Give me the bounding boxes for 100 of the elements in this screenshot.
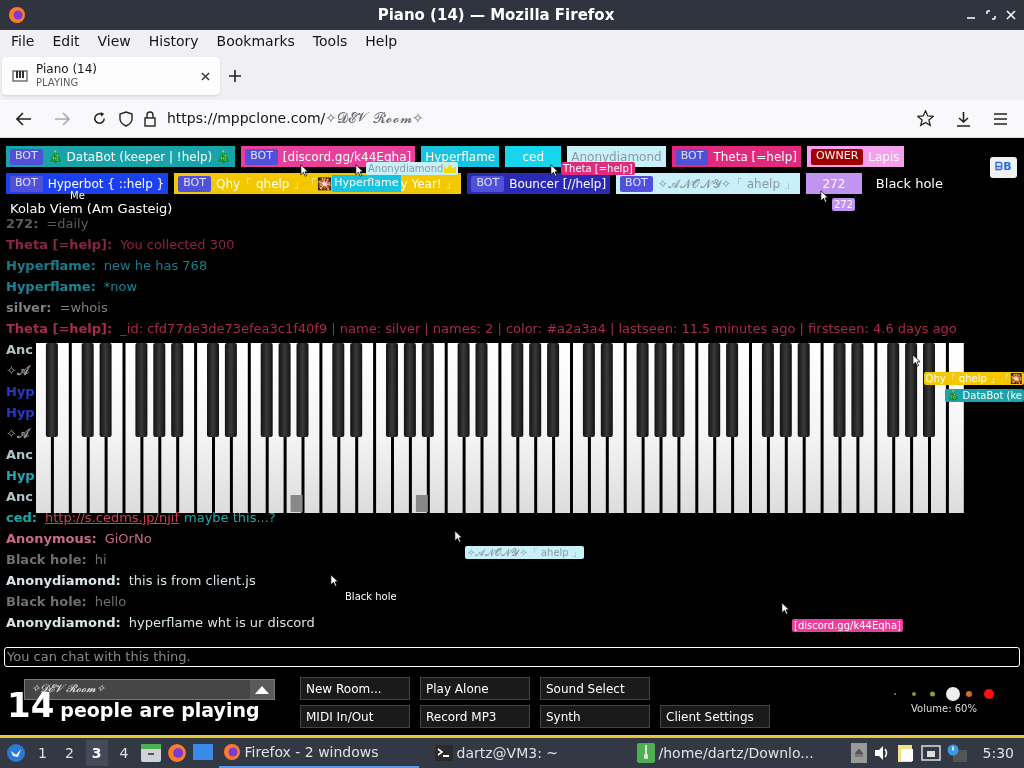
- menu-item[interactable]: File: [2, 30, 44, 52]
- menu-button[interactable]: New Room...: [300, 677, 410, 700]
- chat-author: Theta [=help]:: [6, 319, 113, 338]
- user-tag[interactable]: OWNER Lapis: [806, 146, 904, 167]
- chat-message: new he has 768: [103, 256, 208, 275]
- chat-message: GiOrNo: [104, 529, 152, 548]
- lock-icon: [143, 110, 157, 127]
- chat-message: You collected 300: [120, 235, 235, 254]
- user-tag[interactable]: BOT Qhy「 qhelp 」「🎇 Hyperflame y Year! 」: [174, 173, 462, 194]
- badge: BOT: [245, 148, 278, 165]
- chat-author: Theta [=help]:: [6, 235, 113, 254]
- plus-icon[interactable]: [228, 69, 242, 83]
- cursor-name-tooltip: 272: [832, 198, 856, 211]
- user-tag[interactable]: BOT ✧𝓐𝓝𝓞𝓝𝓨✧「 ahelp 」: [616, 173, 800, 194]
- chat-author: ced:: [6, 508, 38, 527]
- chat-link[interactable]: http://s.cedms.jp/njif: [45, 509, 179, 525]
- chat-author: 272:: [6, 214, 39, 233]
- menu-button[interactable]: Play Alone: [420, 677, 530, 700]
- volume-reading: Volume: 60%: [911, 702, 977, 716]
- task-button[interactable]: /home/dartz/Downlo...: [632, 738, 833, 768]
- volume-knob[interactable]: [946, 687, 960, 701]
- chat-author: Anc: [6, 487, 34, 506]
- workspace-button[interactable]: 3: [85, 740, 108, 766]
- menu-icon[interactable]: [993, 112, 1008, 125]
- chat-author: Hyp: [6, 466, 35, 485]
- bb-button[interactable]: ᗷB: [990, 157, 1017, 178]
- task-button[interactable]: Firefox - 2 windows: [218, 738, 419, 768]
- badge: BOT: [178, 175, 211, 192]
- task-button[interactable]: dartz@VM3: ~: [430, 738, 621, 768]
- chat-author: ✧𝒜: [6, 361, 29, 380]
- menu-button[interactable]: Synth: [540, 705, 650, 728]
- chat-author: Anc: [6, 340, 34, 359]
- caret-up-icon: [255, 685, 269, 694]
- eject-icon[interactable]: [850, 743, 867, 763]
- user-name: 🎄 DataBot (keeper | !help) 🎄: [47, 148, 232, 166]
- cursor-name-tooltip: Qhy「 qhelp 」「🎇: [923, 372, 1024, 385]
- archive-icon: [636, 743, 655, 763]
- workspace-button[interactable]: 2: [58, 740, 80, 766]
- user-name: Lapis: [868, 148, 900, 166]
- firefox-icon[interactable]: [166, 743, 187, 763]
- menu-button[interactable]: Sound Select: [540, 677, 650, 700]
- user-name: Hyperbot { ::help }: [47, 175, 165, 191]
- menu-button[interactable]: Record MP3: [420, 705, 530, 728]
- chat-author: Anonydiamond:: [6, 571, 121, 590]
- user-name: Black hole: [874, 174, 944, 193]
- badge: BOT: [620, 175, 653, 192]
- cursor-name-tooltip: Theta [=help]: [561, 162, 635, 175]
- close-icon[interactable]: [201, 71, 210, 81]
- menu-item[interactable]: Help: [356, 30, 407, 52]
- chat-author: silver:: [6, 298, 52, 317]
- chat-message: _id: cfd77de3de73efea3c1f40f9 | name: silver | names: 2 | color: #a2a3a4 | lastseen: 11.5 minutes ago | firstseen: 4.6 days ago: [120, 319, 957, 338]
- cursor-icon: [550, 164, 559, 177]
- star-icon[interactable]: [917, 110, 934, 127]
- menu-item[interactable]: View: [88, 30, 140, 52]
- chat-author: Hyp: [6, 403, 35, 422]
- user-tag[interactable]: BOT Bouncer [//help]: [467, 173, 611, 194]
- cursor-name-tooltip: 🎄 DataBot (ke: [945, 389, 1024, 402]
- window-icon[interactable]: [192, 744, 213, 762]
- menu-item[interactable]: Tools: [303, 30, 357, 52]
- cursor-icon: [820, 190, 829, 203]
- reload-icon[interactable]: [92, 111, 107, 126]
- network-icon[interactable]: [920, 745, 941, 761]
- chat-author: Anonydiamond:: [6, 613, 121, 632]
- clipboard-icon[interactable]: [896, 743, 915, 763]
- workspace-button[interactable]: 1: [32, 740, 53, 766]
- chat-author: Hyp: [6, 382, 35, 401]
- download-icon[interactable]: [956, 110, 971, 127]
- badge: BOT: [10, 175, 43, 192]
- clock: 5:30: [982, 743, 1014, 763]
- folder-icon[interactable]: [140, 744, 161, 762]
- user-name: [discord.gg/k44Eqha]: [282, 148, 412, 164]
- menu-item[interactable]: History: [139, 30, 208, 52]
- menu-button[interactable]: Client Settings: [660, 705, 770, 728]
- menu-item[interactable]: Edit: [43, 30, 89, 52]
- cursor-icon: [300, 164, 309, 177]
- badge: BOT: [10, 148, 43, 165]
- cursor-icon: [330, 574, 339, 587]
- user-name: ✧𝓐𝓝𝓞𝓝𝓨✧「 ahelp 」: [657, 175, 796, 193]
- cursor-name-tooltip: ✧𝓐𝓝𝓞𝓝𝓨✧「 ahelp 」: [465, 546, 584, 559]
- menu-button[interactable]: MIDI In/Out: [300, 705, 410, 728]
- chat-author: Hyperflame:: [6, 256, 96, 275]
- start-menu-icon[interactable]: [6, 743, 26, 763]
- maximize-icon[interactable]: [986, 10, 996, 20]
- browser-tab[interactable]: Piano (14) PLAYING: [2, 57, 220, 95]
- chat-author: Anc: [6, 445, 34, 464]
- own-name: Kolab Viem (Am Gasteig): [10, 201, 173, 217]
- chat-message: this is from client.js: [128, 571, 256, 590]
- chat-author: Black hole:: [6, 550, 87, 569]
- firefox-icon: [8, 6, 26, 24]
- workspace-button[interactable]: 4: [113, 740, 135, 766]
- cursor-icon: [912, 354, 921, 367]
- back-icon[interactable]: [16, 111, 32, 126]
- menu-item[interactable]: Bookmarks: [207, 30, 304, 52]
- tab-status: PLAYING: [36, 76, 80, 89]
- user-tag[interactable]: BOT Theta [=help]: [671, 146, 801, 167]
- player-caption: people are playing: [60, 698, 260, 723]
- chat-author: Anonymous:: [6, 529, 97, 548]
- user-tag[interactable]: BOT 🎄 DataBot (keeper | !help) 🎄: [6, 146, 236, 167]
- badge: BOT: [675, 148, 709, 165]
- notification-icon[interactable]: [946, 744, 967, 762]
